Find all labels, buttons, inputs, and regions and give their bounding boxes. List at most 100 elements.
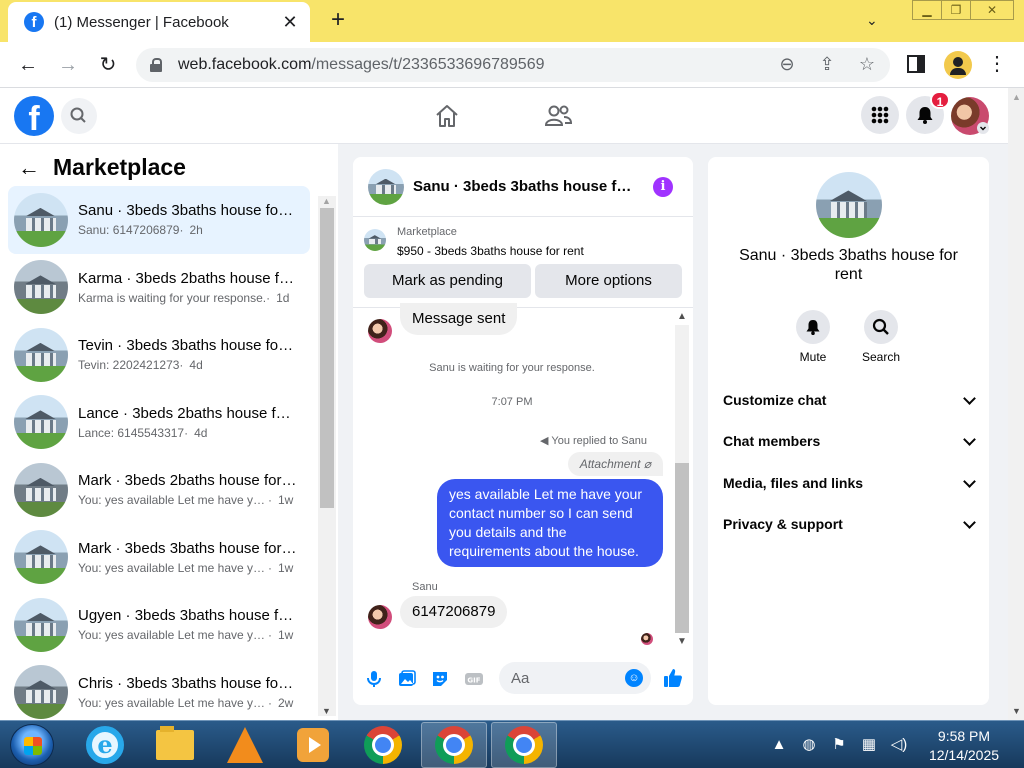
scroll-down-icon[interactable]: ▼: [677, 636, 687, 647]
details-section-row[interactable]: Chat members: [723, 421, 978, 461]
conversation-meta: You: yes available Let me have your cont…: [78, 696, 298, 710]
meta-separator: ·: [179, 358, 184, 373]
system-clock[interactable]: 9:58 PM 12/14/2025: [918, 727, 1010, 765]
page-scrollbar[interactable]: ▲ ▼: [1008, 88, 1024, 720]
listing-thumbnail[interactable]: [364, 229, 386, 251]
bookmark-star-icon[interactable]: ☆: [856, 54, 878, 75]
action-center-flag-icon[interactable]: ⚑: [830, 735, 848, 753]
details-section-row[interactable]: Media, files and links: [723, 463, 978, 503]
taskbar-vlc[interactable]: [212, 722, 278, 768]
incoming-message: 6147206879: [400, 596, 508, 628]
internet-explorer-icon: e: [86, 726, 124, 764]
zoom-icon[interactable]: ⊖: [776, 54, 798, 75]
facebook-search-button[interactable]: [61, 98, 97, 134]
facebook-logo-icon[interactable]: f: [14, 96, 54, 136]
network-globe-icon[interactable]: ◍: [800, 735, 818, 753]
start-button[interactable]: [10, 724, 54, 766]
network-icon[interactable]: ▦: [860, 735, 878, 753]
search-action[interactable]: Search: [851, 310, 911, 364]
conversation-scrollbar[interactable]: ▲ ▼: [318, 196, 336, 716]
volume-icon[interactable]: ◁): [890, 735, 908, 753]
chat-details-panel: Sanu · 3beds 3baths house for rent Mute …: [708, 157, 989, 705]
sender-avatar[interactable]: [368, 319, 392, 343]
mute-button[interactable]: [796, 310, 830, 344]
conversation-thumbnail: [14, 395, 68, 450]
home-icon[interactable]: [433, 102, 461, 130]
conversation-thumbnail: [14, 597, 68, 652]
scroll-down-icon[interactable]: ▼: [1012, 706, 1021, 716]
conversation-item[interactable]: Sanu · 3beds 3baths house for rent Sanu: …: [8, 186, 310, 254]
scrollbar-thumb[interactable]: [320, 208, 334, 508]
taskbar-media-player[interactable]: [280, 722, 346, 768]
show-hidden-icons-icon[interactable]: ▲: [770, 736, 788, 753]
conversation-name: Ugyen · 3beds 3baths house for rent: [78, 607, 298, 625]
conversation-text: Tevin · 3beds 3baths house for rent Tevin…: [78, 337, 298, 372]
scroll-down-icon[interactable]: ▼: [322, 706, 331, 716]
scrollbar-thumb[interactable]: [675, 463, 689, 633]
sticker-icon[interactable]: [430, 669, 450, 689]
browser-menu-icon[interactable]: ⋮: [986, 54, 1008, 74]
conversation-snippet: You: yes available Let me have your cont…: [78, 493, 268, 508]
omnibox[interactable]: web.facebook.com/messages/t/233653369678…: [136, 48, 890, 82]
photo-icon[interactable]: [397, 669, 417, 689]
restore-window-icon[interactable]: ❐: [941, 0, 971, 20]
emoji-icon[interactable]: ☺: [625, 669, 643, 687]
browser-tab[interactable]: f (1) Messenger | Facebook ✕: [8, 2, 310, 42]
sender-avatar[interactable]: [368, 605, 392, 629]
tab-search-chevron-icon[interactable]: ⌄: [866, 12, 878, 29]
taskbar-chrome-profile-window[interactable]: [491, 722, 557, 768]
close-tab-icon[interactable]: ✕: [280, 12, 300, 33]
microphone-icon[interactable]: [364, 669, 384, 689]
conversation-time: 4d: [189, 358, 203, 373]
lock-icon[interactable]: [150, 58, 162, 72]
search-label: Search: [861, 350, 901, 364]
message-input[interactable]: [511, 662, 611, 694]
mute-label: Mute: [799, 350, 827, 364]
conversation-item[interactable]: Mark · 3beds 2baths house for rent You: y…: [8, 456, 310, 524]
search-button[interactable]: [864, 310, 898, 344]
chat-header[interactable]: Sanu · 3beds 3baths house for rent i: [353, 157, 693, 217]
details-section-row[interactable]: Customize chat: [723, 380, 978, 420]
thumbs-up-icon[interactable]: [662, 667, 684, 689]
side-panel-icon[interactable]: [907, 55, 925, 73]
chevron-down-icon: [963, 432, 976, 446]
new-tab-icon[interactable]: +: [326, 8, 350, 32]
taskbar-file-explorer[interactable]: [142, 722, 208, 768]
taskbar-chrome-window[interactable]: [421, 722, 487, 768]
conversation-item[interactable]: Chris · 3beds 3baths house for rent You: …: [8, 659, 310, 727]
conversation-item[interactable]: Ugyen · 3beds 3baths house for rent You: …: [8, 591, 310, 659]
conversation-item[interactable]: Lance · 3beds 2baths house for rent Lance…: [8, 389, 310, 457]
conversation-item[interactable]: Mark · 3beds 3baths house for rent You: y…: [8, 524, 310, 592]
scroll-up-icon[interactable]: ▲: [1012, 92, 1021, 102]
mark-as-pending-button[interactable]: Mark as pending: [364, 264, 531, 298]
forward-arrow-icon[interactable]: →: [56, 53, 80, 77]
listing-title[interactable]: $950 - 3beds 3baths house for rent: [397, 244, 584, 258]
details-section-row[interactable]: Privacy & support: [723, 504, 978, 544]
back-arrow-icon[interactable]: ←: [16, 53, 40, 77]
conversation-item[interactable]: Tevin · 3beds 3baths house for rent Tevin…: [8, 321, 310, 389]
conversation-item[interactable]: Karma · 3beds 2baths house for rent Karma…: [8, 254, 310, 322]
meta-separator: ·: [266, 290, 271, 305]
thread-scrollbar[interactable]: ▲ ▼: [673, 311, 691, 647]
share-icon[interactable]: ⇪: [816, 54, 838, 75]
friends-icon[interactable]: [543, 102, 573, 130]
conversation-time: 1d: [276, 290, 290, 305]
info-icon[interactable]: i: [653, 177, 673, 197]
conversation-time: 2h: [189, 223, 203, 238]
mute-action[interactable]: Mute: [783, 310, 843, 364]
minimize-window-icon[interactable]: ▁: [912, 0, 942, 20]
menu-grid-button[interactable]: [861, 96, 899, 134]
attachment-reply-preview[interactable]: Attachment ⌀: [567, 452, 663, 476]
scroll-up-icon[interactable]: ▲: [322, 196, 331, 206]
back-arrow-icon[interactable]: ←: [18, 155, 42, 181]
close-window-icon[interactable]: ✕: [970, 0, 1014, 20]
gif-icon[interactable]: GIF: [464, 669, 484, 689]
taskbar-chrome[interactable]: [350, 722, 416, 768]
scroll-up-icon[interactable]: ▲: [677, 311, 687, 322]
browser-profile-icon[interactable]: [944, 51, 972, 79]
more-options-button[interactable]: More options: [535, 264, 682, 298]
account-chevron-icon[interactable]: [977, 122, 989, 134]
taskbar-internet-explorer[interactable]: e: [72, 722, 138, 768]
media-player-icon: [297, 728, 329, 762]
reload-icon[interactable]: ↻: [96, 53, 120, 77]
